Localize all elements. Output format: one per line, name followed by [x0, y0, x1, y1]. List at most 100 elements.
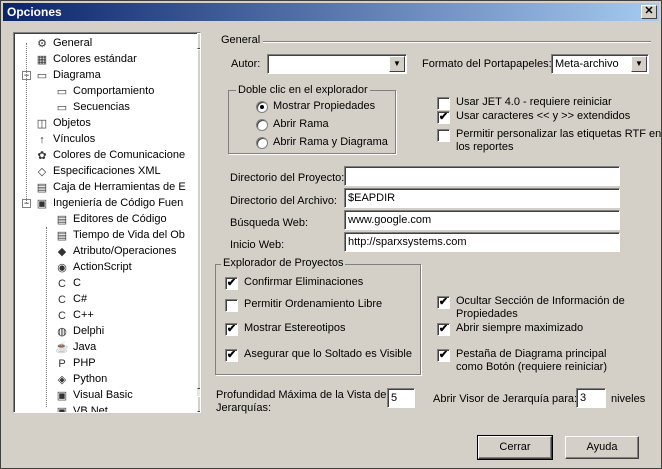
scroll-up-button[interactable]: ▲: [197, 33, 200, 49]
title-bar[interactable]: Opciones ✕: [3, 3, 659, 21]
tree-item[interactable]: ▣ Visual Basic: [54, 387, 133, 403]
viewer-value: 3: [580, 392, 587, 404]
checkbox[interactable]: ✔: [225, 349, 238, 362]
help-button[interactable]: Ayuda: [565, 436, 639, 459]
tree-item[interactable]: P PHP: [54, 355, 95, 371]
tree-item[interactable]: ▦ Colores estándar: [34, 51, 137, 67]
scroll-down-button[interactable]: ▼: [197, 396, 200, 412]
tree-item-label: Colores estándar: [53, 53, 137, 65]
lifetime-icon: ▤: [56, 230, 68, 243]
general-divider: [263, 41, 651, 43]
clipboard-value: Meta-archivo: [555, 58, 619, 70]
tree-item[interactable]: ▤ Editores de Código: [54, 211, 167, 227]
depth-input[interactable]: 5: [387, 388, 415, 408]
checkbox[interactable]: [225, 299, 238, 312]
tree-item[interactable]: C C#: [54, 291, 87, 307]
tree-item[interactable]: ▤ Tiempo de Vida del Ob: [54, 227, 185, 243]
checkbox-label: Pestaña de Diagrama principal: [456, 348, 607, 360]
tree-item[interactable]: ◇ Especificaciones XML: [34, 163, 161, 179]
viewer-levels-input[interactable]: 3: [576, 388, 606, 408]
checkbox[interactable]: ✔: [437, 349, 450, 362]
tree-item[interactable]: ↑ Vínculos: [34, 131, 95, 147]
tree-item-label: C#: [73, 293, 88, 305]
java-icon: ☕: [55, 342, 69, 355]
tree-line: [26, 43, 27, 203]
tree-item[interactable]: C C++: [54, 307, 94, 323]
check-mark-icon: ✔: [438, 323, 449, 335]
depth-label-line2: Jerarquías:: [216, 402, 272, 414]
clipboard-label: Formato del Portapapeles:: [422, 58, 552, 70]
tree-item[interactable]: ◫ Objetos: [34, 115, 91, 131]
vbnet-icon: ▣: [56, 406, 68, 413]
checkbox[interactable]: ✔: [437, 111, 450, 124]
tree-item[interactable]: ✿ Colores de Comunicacione: [34, 147, 185, 163]
window-title: Opciones: [7, 5, 62, 19]
radio-label: Abrir Rama: [273, 118, 329, 130]
file-dir-input[interactable]: $EAPDIR: [344, 188, 620, 208]
project-dir-input[interactable]: [344, 166, 620, 186]
project-dir-label: Directorio del Proyecto:: [230, 172, 345, 184]
checkbox[interactable]: ✔: [437, 323, 450, 336]
vb-icon: ▣: [56, 390, 68, 403]
tree-item[interactable]: ◈ Python: [54, 371, 107, 387]
c-icon: C: [58, 278, 66, 291]
tree-item[interactable]: ▭ Diagrama: [34, 67, 101, 83]
radio-button[interactable]: [256, 137, 268, 149]
tree-item[interactable]: ▤ Caja de Herramientas de E: [34, 179, 186, 195]
tree-item[interactable]: ◉ ActionScript: [54, 259, 132, 275]
check-mark-icon: ✔: [438, 111, 449, 123]
clipboard-dropdown-button[interactable]: ▼: [631, 56, 647, 72]
scroll-thumb[interactable]: [197, 49, 200, 389]
web-home-input[interactable]: http://sparxsystems.com: [344, 232, 620, 252]
checkbox[interactable]: [437, 129, 450, 142]
check-mark-icon: ✔: [226, 323, 237, 335]
author-combo[interactable]: ▼: [267, 54, 407, 74]
tree-item-label: Editores de Código: [73, 213, 167, 225]
checkbox-label-line2: Propiedades: [456, 308, 518, 320]
tree-item[interactable]: ▭ Secuencias: [54, 99, 130, 115]
php-icon: P: [58, 358, 66, 371]
explorer-group-title: Explorador de Proyectos: [221, 257, 346, 269]
author-dropdown-button[interactable]: ▼: [389, 56, 405, 72]
tree-item[interactable]: ▣ Ingeniería de Código Fuen: [34, 195, 183, 211]
checkbox[interactable]: ✔: [225, 323, 238, 336]
tree-item-label: C: [73, 277, 81, 289]
link-icon: ↑: [39, 134, 45, 147]
checkbox-label: Confirmar Eliminaciones: [244, 276, 364, 288]
tree-item[interactable]: ◍ Delphi: [54, 323, 104, 339]
tree-item[interactable]: ▣ VB.Net: [54, 403, 108, 413]
viewer-suffix: niveles: [611, 393, 646, 405]
radio-label: Mostrar Propiedades: [273, 100, 376, 112]
tree-item[interactable]: CC: [54, 275, 81, 291]
tree-item-label: Vínculos: [53, 133, 96, 145]
checkbox[interactable]: [437, 97, 450, 110]
file-dir-value: $EAPDIR: [348, 192, 396, 204]
general-group-title: General: [221, 34, 261, 46]
tree-item-label: Tiempo de Vida del Ob: [73, 229, 185, 241]
clipboard-format-combo[interactable]: Meta-archivo ▼: [551, 54, 649, 74]
check-mark-icon: ✔: [438, 349, 449, 361]
tree-item[interactable]: ☕ Java: [54, 339, 96, 355]
tree-item-label: Colores de Comunicacione: [53, 149, 186, 161]
checkbox-label: Mostrar Estereotipos: [244, 322, 346, 334]
radio-button[interactable]: [256, 119, 268, 131]
close-button[interactable]: Cerrar: [477, 435, 553, 460]
checkbox-label: Asegurar que lo Soltado es Visible: [244, 348, 412, 360]
tree-item[interactable]: ⚙ General: [34, 35, 92, 51]
web-search-input[interactable]: www.google.com: [344, 210, 620, 230]
checkbox-label: Usar JET 4.0 - requiere reiniciar: [456, 96, 612, 108]
tree-item[interactable]: ◆ Atributo/Operaciones: [54, 243, 177, 259]
tree-scrollbar[interactable]: ▲ ▼: [197, 33, 200, 412]
checkbox-label: Ocultar Sección de Información de: [456, 295, 625, 307]
checkbox[interactable]: ✔: [437, 296, 450, 309]
close-window-button[interactable]: ✕: [641, 5, 657, 19]
radio-button[interactable]: [256, 101, 268, 113]
attribute-icon: ◆: [57, 246, 67, 259]
options-tree[interactable]: ▲ ▼ ⚙ General ▦ Colores estándar ▭ Diagrama ▭ C…: [13, 32, 201, 413]
depth-label-line1: Profundidad Máxima de la Vista de: [216, 389, 387, 401]
tree-item[interactable]: ▭ Comportamiento: [54, 83, 155, 99]
checkbox[interactable]: ✔: [225, 277, 238, 290]
tree-item-label: Secuencias: [73, 101, 130, 113]
file-dir-label: Directorio del Archivo:: [230, 195, 337, 207]
checkbox-label-line2: como Botón (requiere reiniciar): [456, 361, 608, 373]
